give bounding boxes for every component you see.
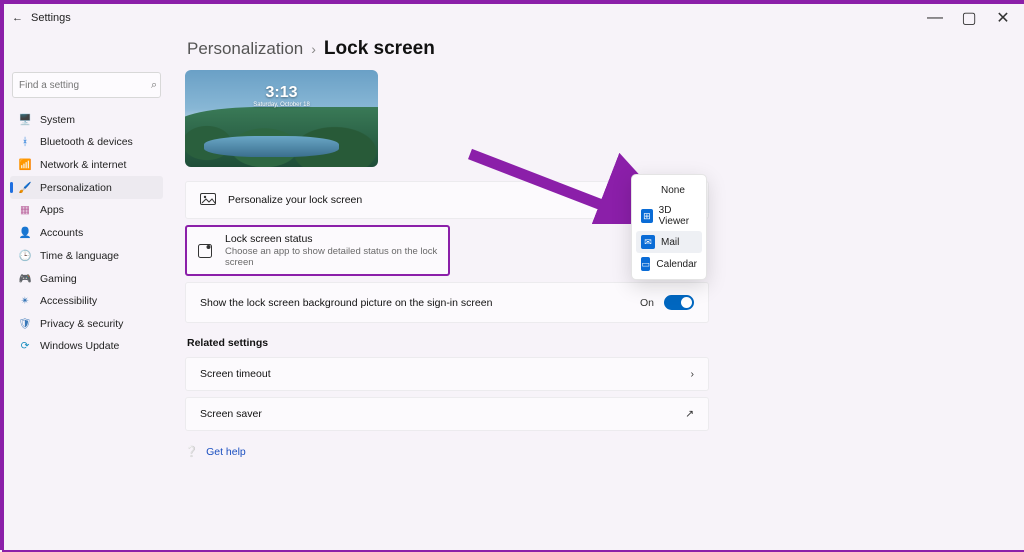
- sidebar-icon: 🛡: [18, 317, 32, 330]
- sidebar-item-label: Accounts: [40, 227, 83, 239]
- sidebar-item-label: Windows Update: [40, 340, 119, 352]
- status-app-icon: [197, 243, 213, 259]
- sidebar-icon: ᚼ: [18, 136, 32, 148]
- back-icon[interactable]: ←: [12, 12, 23, 24]
- toggle-switch[interactable]: [664, 295, 694, 310]
- sidebar-item-system[interactable]: 🖥️ System: [10, 108, 163, 131]
- sidebar-icon: 🕒: [18, 249, 32, 262]
- sidebar-item-label: Personalization: [40, 182, 112, 194]
- chevron-right-icon: ›: [311, 41, 316, 57]
- search-box[interactable]: ⌕: [12, 72, 161, 98]
- dropdown-option-calendar[interactable]: ▭ Calendar: [636, 253, 702, 275]
- option-label: None: [661, 185, 685, 196]
- titlebar: ← Settings — ▢ ✕: [4, 4, 1024, 32]
- sidebar-icon: 👤: [18, 226, 32, 239]
- sidebar-item-windows-update[interactable]: ⟳ Windows Update: [10, 335, 163, 357]
- sidebar-item-accessibility[interactable]: ✴ Accessibility: [10, 290, 163, 312]
- sidebar-item-personalization[interactable]: 🖌️ Personalization: [10, 176, 163, 199]
- sidebar-item-label: Privacy & security: [40, 318, 123, 330]
- search-input[interactable]: [19, 80, 151, 91]
- sidebar-icon: ▦: [18, 204, 32, 216]
- breadcrumb: Personalization › Lock screen: [187, 38, 1000, 60]
- option-label: Mail: [661, 237, 679, 248]
- open-external-icon: ↗: [685, 408, 694, 420]
- sidebar-item-label: Accessibility: [40, 295, 97, 307]
- help-label: Get help: [206, 446, 246, 458]
- dropdown-option-3d-viewer[interactable]: ⊞ 3D Viewer: [636, 201, 702, 231]
- related-heading: Related settings: [187, 337, 1000, 349]
- sidebar-item-time-language[interactable]: 🕒 Time & language: [10, 244, 163, 267]
- help-icon: ❔: [185, 445, 198, 458]
- chevron-right-icon: ›: [691, 368, 695, 380]
- lockscreen-preview: 3:13 Saturday, October 18: [185, 70, 378, 167]
- option-label: Calendar: [656, 259, 697, 270]
- get-help-link[interactable]: ❔ Get help: [185, 445, 1000, 458]
- picture-icon: [200, 192, 216, 208]
- sidebar-item-accounts[interactable]: 👤 Accounts: [10, 221, 163, 244]
- breadcrumb-parent[interactable]: Personalization: [187, 39, 303, 59]
- row-signin-picture[interactable]: Show the lock screen background picture …: [185, 282, 709, 323]
- sidebar: ⌕ 🖥️ System ᚼ Bluetooth & devices 📶 Network &…: [4, 32, 169, 550]
- sidebar-icon: 🎮: [18, 272, 32, 285]
- sidebar-icon: 🖥️: [18, 113, 32, 126]
- page-title: Lock screen: [324, 38, 435, 60]
- row-screen-saver[interactable]: Screen saver ↗: [185, 397, 709, 431]
- app-icon: ✉: [641, 235, 655, 249]
- sidebar-item-gaming[interactable]: 🎮 Gaming: [10, 267, 163, 290]
- sidebar-item-label: Gaming: [40, 273, 77, 285]
- row-screen-timeout[interactable]: Screen timeout ›: [185, 357, 709, 391]
- app-icon: ⊞: [641, 209, 653, 223]
- dropdown-option-none[interactable]: None: [636, 179, 702, 201]
- row-label: Lock screen status: [225, 233, 438, 245]
- sidebar-item-privacy-security[interactable]: 🛡 Privacy & security: [10, 312, 163, 335]
- row-desc: Choose an app to show detailed status on…: [225, 246, 438, 268]
- sidebar-icon: 📶: [18, 158, 32, 171]
- sidebar-item-label: Network & internet: [40, 159, 126, 171]
- option-label: 3D Viewer: [659, 205, 697, 227]
- status-app-dropdown[interactable]: None ⊞ 3D Viewer ✉ Mail ▭ Calendar: [631, 174, 707, 280]
- main-content: Personalization › Lock screen 3:13 Satur…: [169, 32, 1024, 550]
- preview-time: 3:13: [185, 84, 378, 102]
- row-label: Show the lock screen background picture …: [200, 297, 628, 309]
- row-label: Personalize your lock screen: [228, 194, 694, 206]
- sidebar-item-bluetooth-devices[interactable]: ᚼ Bluetooth & devices: [10, 131, 163, 153]
- toggle-label: On: [640, 297, 654, 309]
- window-title: Settings: [31, 12, 71, 24]
- maximize-button[interactable]: ▢: [952, 4, 986, 32]
- row-label: Screen saver: [200, 408, 673, 420]
- sidebar-item-label: Time & language: [40, 250, 119, 262]
- minimize-button[interactable]: —: [918, 4, 952, 32]
- row-label: Screen timeout: [200, 368, 679, 380]
- preview-date: Saturday, October 18: [185, 102, 378, 108]
- sidebar-item-network-internet[interactable]: 📶 Network & internet: [10, 153, 163, 176]
- row-lockscreen-status[interactable]: Lock screen status Choose an app to show…: [185, 225, 450, 276]
- search-icon: ⌕: [151, 79, 157, 92]
- sidebar-item-label: System: [40, 114, 75, 126]
- sidebar-icon: ✴: [18, 295, 32, 307]
- sidebar-item-label: Apps: [40, 204, 64, 216]
- sidebar-icon: ⟳: [18, 340, 32, 352]
- sidebar-icon: 🖌️: [18, 181, 32, 194]
- app-icon: ▭: [641, 257, 650, 271]
- sidebar-item-label: Bluetooth & devices: [40, 136, 133, 148]
- close-button[interactable]: ✕: [986, 4, 1020, 32]
- dropdown-option-mail[interactable]: ✉ Mail: [636, 231, 702, 253]
- sidebar-item-apps[interactable]: ▦ Apps: [10, 199, 163, 221]
